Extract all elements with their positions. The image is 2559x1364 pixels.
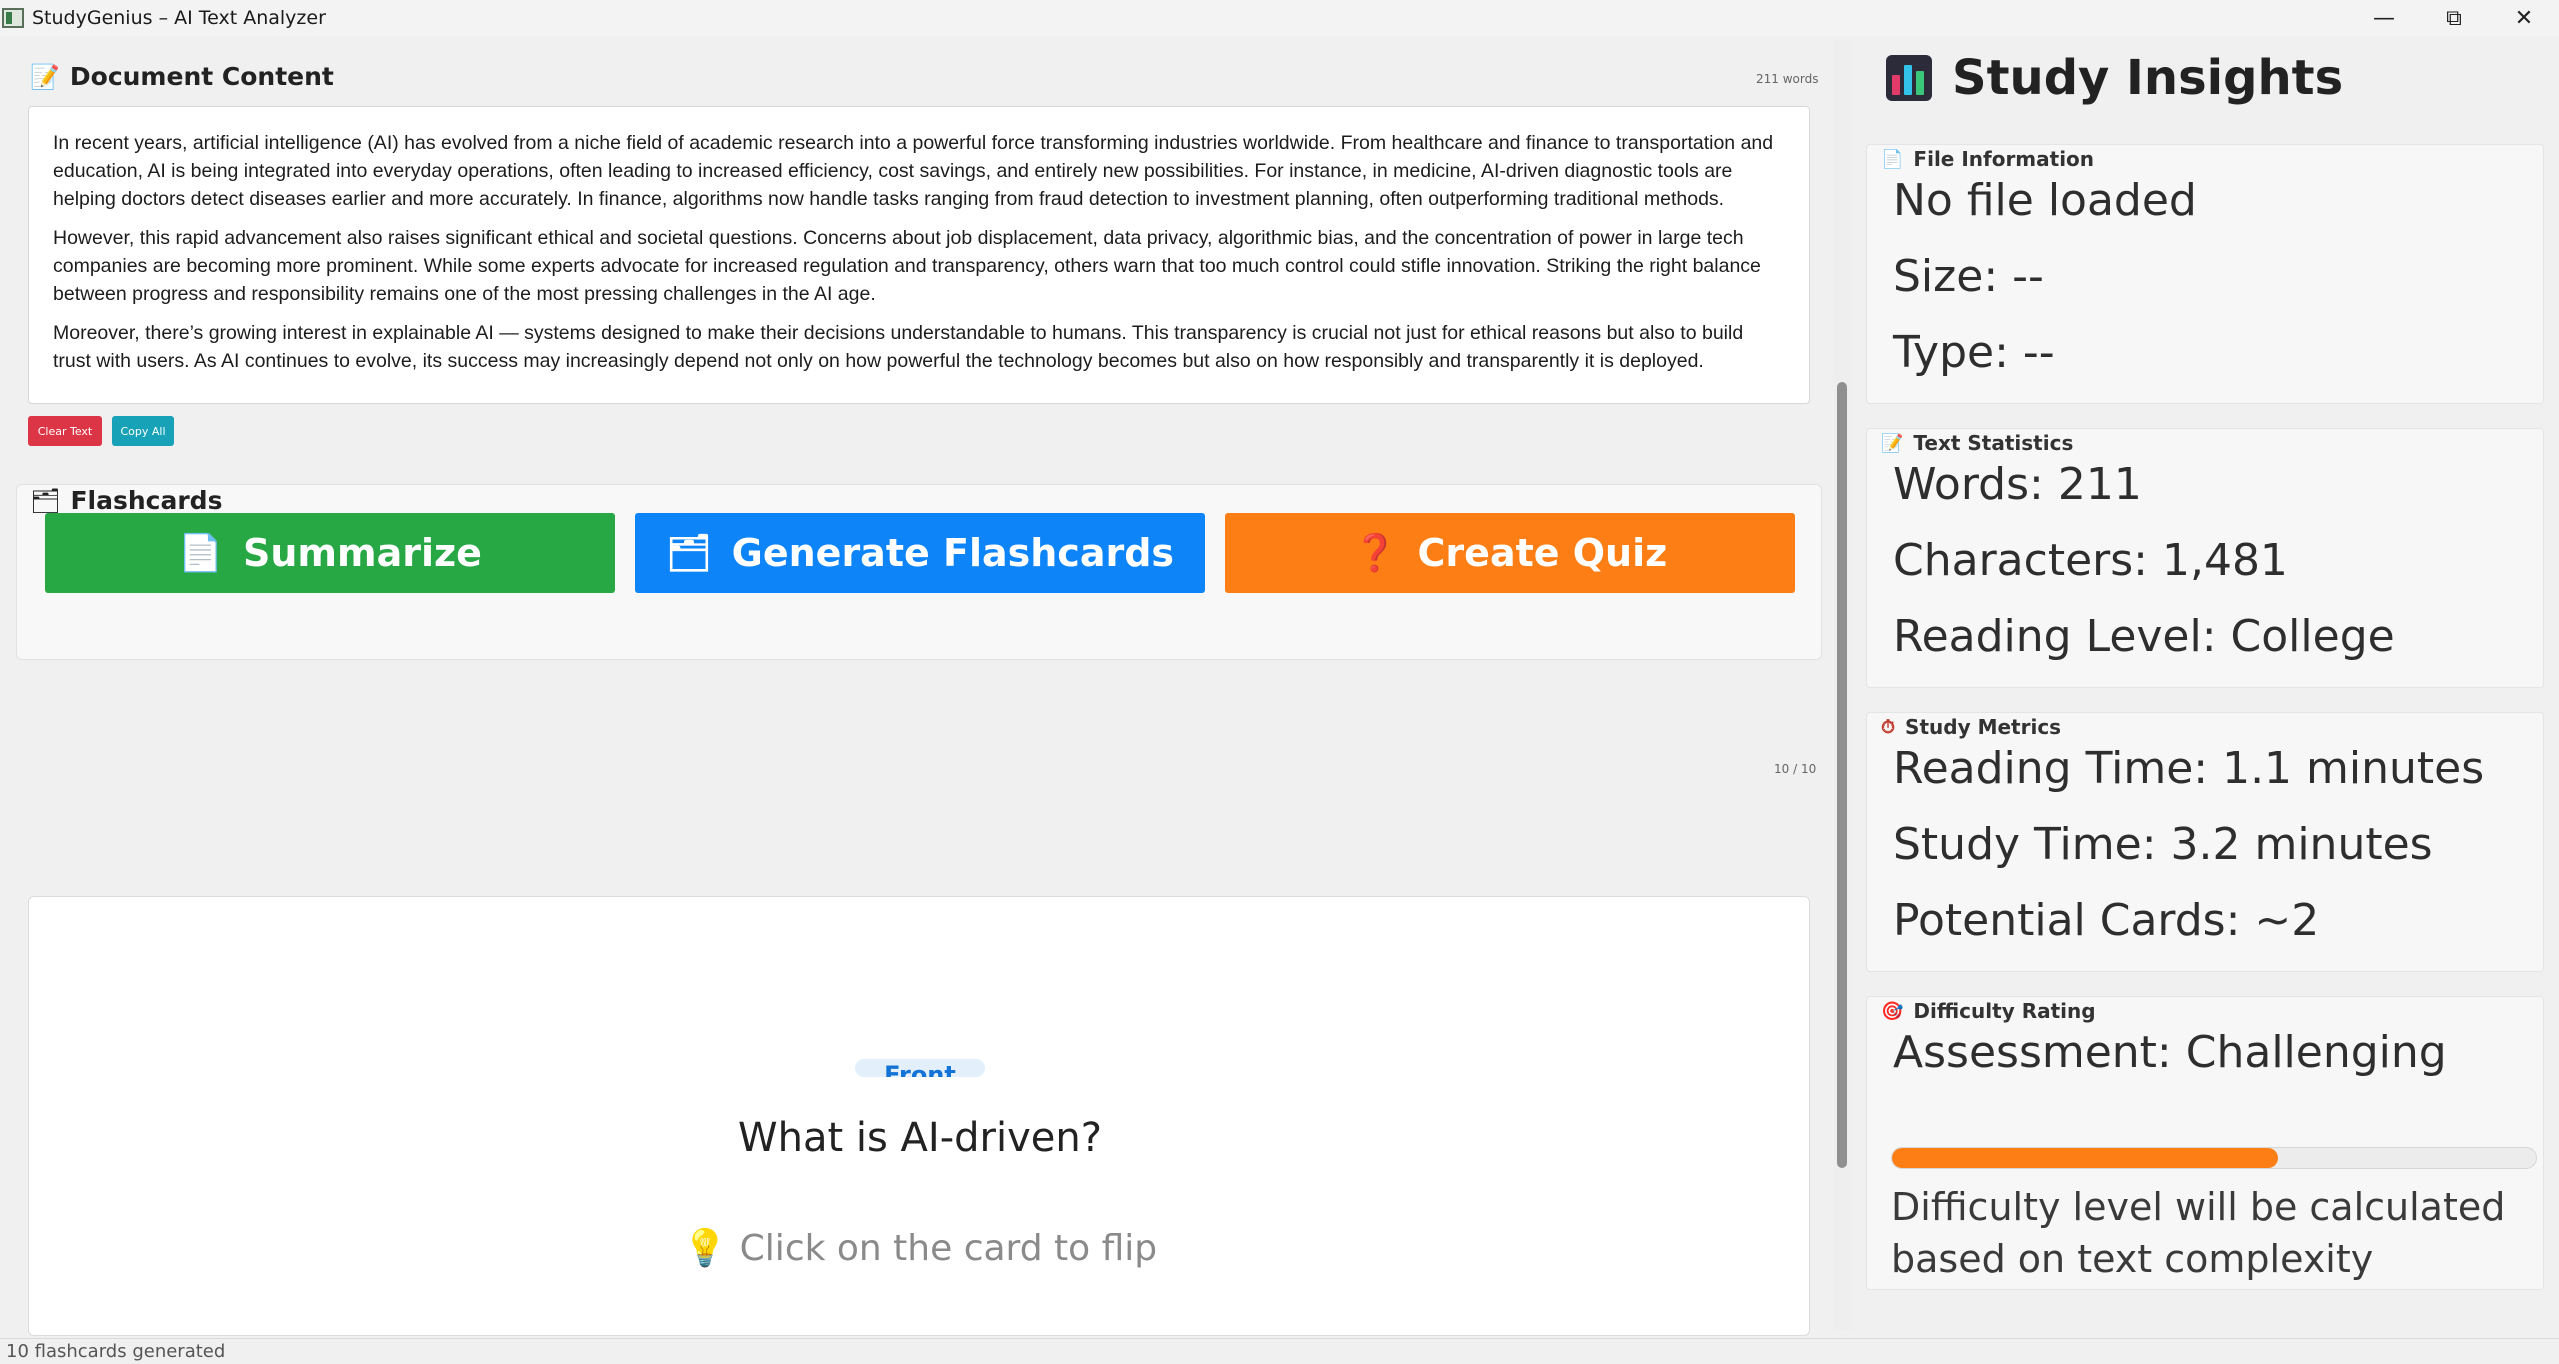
card-index-icon: 🗂: [30, 486, 61, 515]
words-value: Words: 211: [1893, 459, 2142, 510]
flashcards-title: Flashcards: [70, 486, 223, 515]
bar-chart-icon: [1886, 55, 1932, 101]
scrollbar-thumb[interactable]: [1837, 382, 1847, 1168]
difficulty-progress-fill: [1892, 1148, 2279, 1168]
study-time-value: Study Time: 3.2 minutes: [1893, 819, 2433, 870]
file-information-title: File Information: [1913, 147, 2095, 171]
card-index-icon: 🗂: [665, 533, 712, 574]
document-icon: 📄: [178, 533, 223, 574]
clear-text-button[interactable]: Clear Text: [28, 416, 102, 446]
action-buttons-panel: 📄 Summarize 🗂 Generate Flashcards ❓ Crea…: [16, 484, 1822, 660]
study-metrics-title: Study Metrics: [1905, 715, 2062, 739]
insights-panel: Study Insights 📄 File Information No fil…: [1852, 40, 2559, 1330]
stopwatch-icon: ⏱: [1881, 716, 1896, 738]
difficulty-rating-panel: 🎯 Difficulty Rating Assessment: Challeng…: [1866, 996, 2544, 1290]
file-type-value: Type: --: [1893, 327, 2055, 378]
card-hint: 💡 Click on the card to flip: [29, 1227, 1811, 1269]
file-information-panel: 📄 File Information No file loaded Size: …: [1866, 144, 2544, 404]
characters-value: Characters: 1,481: [1893, 535, 2288, 586]
lightbulb-icon: 💡: [682, 1228, 728, 1269]
reading-time-value: Reading Time: 1.1 minutes: [1893, 743, 2485, 794]
potential-cards-value: Potential Cards: ~2: [1893, 895, 2320, 946]
document-title: Document Content: [69, 62, 334, 91]
summarize-button[interactable]: 📄 Summarize: [45, 513, 615, 593]
difficulty-rating-title: Difficulty Rating: [1913, 999, 2096, 1023]
reading-level-value: Reading Level: College: [1893, 611, 2395, 662]
minimize-icon[interactable]: —: [2349, 0, 2419, 36]
question-mark-icon: ❓: [1352, 533, 1398, 574]
flashcards-label: Generate Flashcards: [731, 531, 1175, 575]
study-metrics-header: ⏱ Study Metrics: [1881, 715, 2061, 739]
flashcards-header: 🗂 Flashcards: [30, 486, 222, 515]
target-icon: 🎯: [1881, 1000, 1904, 1022]
page-icon: 📄: [1881, 148, 1904, 170]
window-controls: — ⧉ ✕: [2349, 0, 2559, 36]
file-size-value: Size: --: [1893, 251, 2044, 302]
window-title: StudyGenius – AI Text Analyzer: [32, 7, 326, 29]
insights-title: Study Insights: [1952, 50, 2344, 106]
document-header: 📝 Document Content: [30, 62, 334, 91]
document-paragraph: In recent years, artificial intelligence…: [53, 132, 1774, 210]
document-text-area[interactable]: In recent years, artificial intelligence…: [28, 106, 1810, 404]
card-side-tag: Front: [855, 1059, 985, 1077]
text-statistics-panel: 📝 Text Statistics Words: 211 Characters:…: [1866, 428, 2544, 688]
difficulty-rating-header: 🎯 Difficulty Rating: [1881, 999, 2096, 1023]
create-quiz-button[interactable]: ❓ Create Quiz: [1225, 513, 1795, 593]
flashcard-counter: 10 / 10: [1774, 762, 1817, 776]
difficulty-progress-bar: [1891, 1147, 2537, 1169]
status-bar: 10 flashcards generated: [0, 1338, 2559, 1364]
file-information-header: 📄 File Information: [1881, 147, 2094, 171]
app-icon: [2, 8, 24, 28]
word-count: 211 words: [1756, 72, 1819, 86]
memo-icon: 📝: [1881, 432, 1904, 454]
card-hint-text: Click on the card to flip: [739, 1228, 1158, 1269]
copy-all-button[interactable]: Copy All: [112, 416, 174, 446]
restore-icon[interactable]: ⧉: [2419, 0, 2489, 36]
text-statistics-title: Text Statistics: [1913, 431, 2074, 455]
memo-icon: 📝: [30, 62, 60, 91]
main-panel: 📝 Document Content 211 words In recent y…: [0, 40, 1830, 1336]
status-text: 10 flashcards generated: [6, 1341, 226, 1362]
card-question: What is AI-driven?: [738, 1115, 1102, 1161]
insights-header: Study Insights: [1886, 50, 2343, 106]
difficulty-description: Difficulty level will be calculated base…: [1891, 1185, 2506, 1281]
close-icon[interactable]: ✕: [2489, 0, 2559, 36]
file-name-value: No file loaded: [1893, 175, 2197, 226]
study-metrics-panel: ⏱ Study Metrics Reading Time: 1.1 minute…: [1866, 712, 2544, 972]
generate-flashcards-button[interactable]: 🗂 Generate Flashcards: [635, 513, 1205, 593]
document-paragraph: However, this rapid advancement also rai…: [53, 227, 1761, 305]
summarize-label: Summarize: [242, 531, 482, 575]
flashcard[interactable]: Front What is AI-driven? 💡 Click on the c…: [28, 896, 1810, 1336]
document-paragraph: Moreover, there’s growing interest in ex…: [53, 322, 1744, 372]
quiz-label: Create Quiz: [1417, 531, 1668, 575]
text-statistics-header: 📝 Text Statistics: [1881, 431, 2073, 455]
difficulty-assessment: Assessment: Challenging: [1893, 1027, 2447, 1078]
title-bar: StudyGenius – AI Text Analyzer — ⧉ ✕: [0, 0, 2559, 36]
